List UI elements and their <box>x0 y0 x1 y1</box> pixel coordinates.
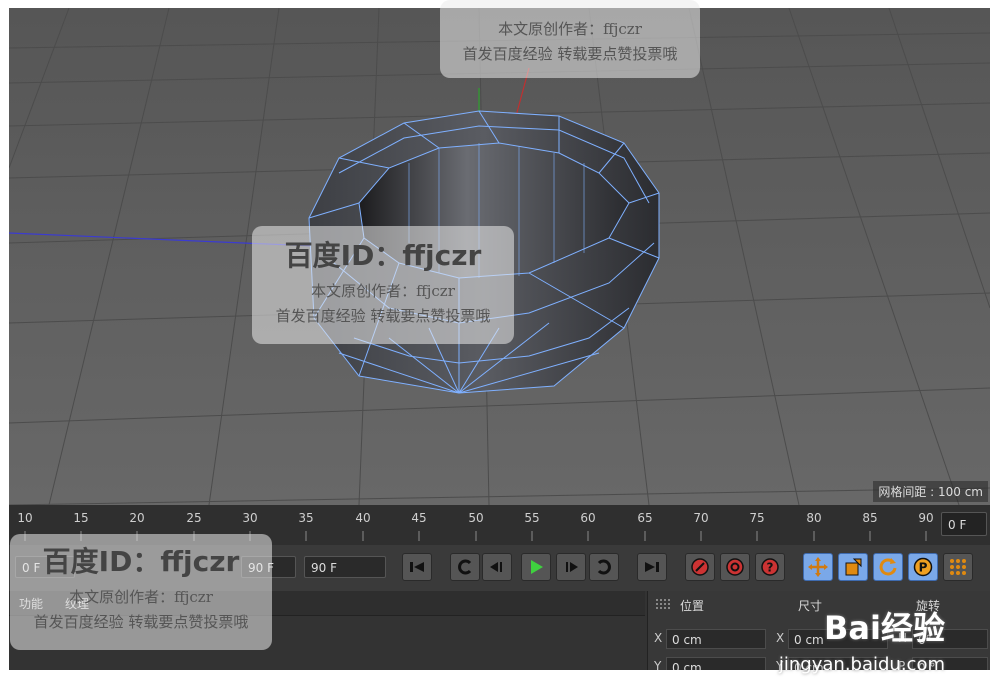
watermark-bottom-left: 百度ID：ffjczr 本文原创作者：ffjczr 首发百度经验 转载要点赞投票… <box>10 534 272 650</box>
rotate-tool-button[interactable] <box>873 553 903 581</box>
watermark-top: 本文原创作者：ffjczr 首发百度经验 转载要点赞投票哦 <box>440 0 700 78</box>
dots-icon <box>950 559 966 575</box>
position-x-label: X <box>654 631 663 645</box>
max-frame-field[interactable]: 90 F <box>304 556 386 578</box>
watermark-center: 百度ID：ffjczr 本文原创作者：ffjczr 首发百度经验 转载要点赞投票… <box>252 226 514 344</box>
autokey-button[interactable] <box>720 553 750 581</box>
rotate-icon <box>879 558 897 576</box>
current-frame-field[interactable]: 0 F <box>941 512 987 536</box>
go-to-end-button[interactable] <box>637 553 667 581</box>
move-icon <box>808 557 828 577</box>
svg-text:?: ? <box>767 561 774 575</box>
position-y-input[interactable]: 0 cm <box>666 657 766 670</box>
step-forward-icon <box>566 562 578 572</box>
step-forward-button[interactable] <box>556 553 586 581</box>
record-icon <box>691 558 709 576</box>
watermark-line: 首发百度经验 转载要点赞投票哦 <box>275 307 491 325</box>
record-button[interactable] <box>685 553 715 581</box>
move-tool-button[interactable] <box>803 553 833 581</box>
scale-tool-button[interactable] <box>838 553 868 581</box>
baidu-jingyan-logo: Bai经验 <box>824 609 945 647</box>
next-key-icon <box>597 559 611 575</box>
next-key-button[interactable] <box>589 553 619 581</box>
step-back-icon <box>490 562 502 572</box>
autokey-icon <box>726 558 744 576</box>
size-x-label: X <box>776 631 785 645</box>
watermark-id: 百度ID：ffjczr <box>284 239 482 272</box>
size-header: 尺寸 <box>798 599 823 613</box>
watermark-line: 本文原创作者：ffjczr <box>69 588 213 606</box>
help-button[interactable]: ? <box>755 553 785 581</box>
p-icon: P <box>913 557 933 577</box>
position-header: 位置 <box>680 599 705 613</box>
skip-end-icon <box>645 562 659 572</box>
scale-icon <box>845 558 862 576</box>
param-button[interactable]: P <box>908 553 938 581</box>
position-x-input[interactable]: 0 cm <box>666 629 766 649</box>
prev-key-icon <box>458 559 472 575</box>
baidu-jingyan-url: jingyan.baidu.com <box>778 654 945 675</box>
step-back-button[interactable] <box>482 553 512 581</box>
watermark-id: 百度ID：ffjczr <box>42 545 240 578</box>
panel-grip-icon <box>656 599 670 609</box>
go-to-start-button[interactable] <box>402 553 432 581</box>
svg-text:P: P <box>919 561 928 575</box>
grid-spacing-readout: 网格间距 : 100 cm <box>873 481 988 502</box>
play-button[interactable] <box>521 553 551 581</box>
question-icon: ? <box>761 558 779 576</box>
watermark-line: 首发百度经验 转载要点赞投票哦 <box>462 45 678 63</box>
grid-dots-button[interactable] <box>943 553 973 581</box>
skip-back-icon <box>410 562 424 572</box>
prev-key-button[interactable] <box>450 553 480 581</box>
play-icon <box>531 560 543 574</box>
position-y-label: Y <box>654 659 662 670</box>
watermark-line: 本文原创作者：ffjczr <box>498 20 642 38</box>
watermark-line: 首发百度经验 转载要点赞投票哦 <box>33 613 249 631</box>
watermark-line: 本文原创作者：ffjczr <box>311 282 455 300</box>
